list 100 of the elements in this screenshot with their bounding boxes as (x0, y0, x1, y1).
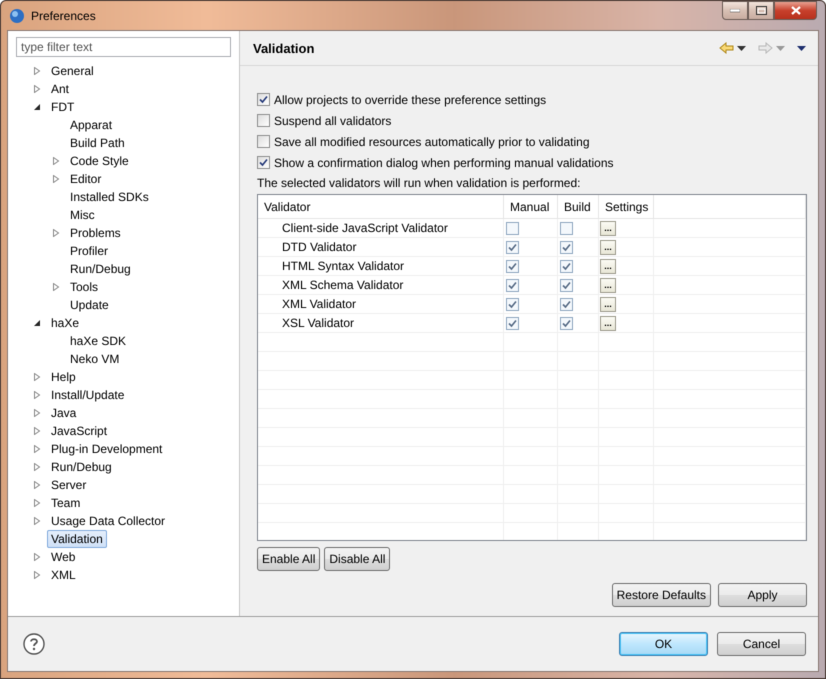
expand-arrow-icon[interactable] (33, 409, 41, 417)
column-header[interactable]: Validator (258, 195, 504, 218)
tree-item[interactable]: Tools (66, 278, 102, 296)
validator-name: XSL Validator (282, 316, 354, 330)
checkbox[interactable] (560, 278, 573, 292)
window-title: Preferences (31, 8, 97, 22)
checkbox[interactable] (257, 93, 270, 106)
tree-item[interactable]: Profiler (66, 242, 112, 260)
tree-item[interactable]: Run/Debug (66, 260, 135, 278)
checkbox[interactable] (506, 278, 519, 292)
tree-item[interactable]: Run/Debug (47, 458, 116, 476)
ok-button[interactable]: OK (619, 632, 708, 656)
tree-item[interactable]: Server (47, 476, 90, 494)
column-header[interactable]: Build (558, 195, 599, 218)
tree-item[interactable]: Apparat (66, 116, 116, 134)
settings-button[interactable]: ... (600, 258, 616, 274)
tree-item[interactable]: Misc (66, 206, 99, 224)
tree-item[interactable]: JavaScript (47, 422, 112, 440)
expand-arrow-icon[interactable] (33, 481, 41, 489)
checkbox[interactable] (560, 240, 573, 254)
tree-item[interactable]: Java (47, 404, 80, 422)
restore-defaults-button[interactable]: Restore Defaults (612, 583, 711, 607)
expand-arrow-icon[interactable] (33, 463, 41, 471)
help-icon[interactable] (23, 633, 45, 655)
validator-name: Client-side JavaScript Validator (282, 221, 448, 235)
expand-arrow-icon[interactable] (33, 571, 41, 579)
enable-all-button[interactable]: Enable All (257, 547, 320, 571)
checkbox[interactable] (257, 114, 270, 127)
checkbox[interactable] (257, 135, 270, 148)
checkbox[interactable] (560, 222, 573, 234)
collapse-arrow-icon[interactable] (33, 319, 41, 327)
checkbox[interactable] (506, 298, 519, 310)
settings-button[interactable]: ... (600, 240, 616, 254)
maximize-button[interactable] (748, 1, 774, 20)
tree-item[interactable]: XML (47, 566, 80, 584)
tree-item[interactable]: Validation (47, 530, 107, 548)
tree-item[interactable]: Editor (66, 170, 106, 188)
expand-arrow-icon[interactable] (33, 85, 41, 93)
tree-item[interactable]: haXe (47, 314, 84, 332)
settings-button[interactable]: ... (600, 220, 616, 236)
checkbox[interactable] (560, 260, 573, 272)
tree-item[interactable]: Build Path (66, 134, 129, 152)
tree-item[interactable]: Problems (66, 224, 125, 242)
expand-arrow-icon[interactable] (52, 229, 60, 237)
option-label: Show a confirmation dialog when performing manual validations (274, 156, 614, 170)
expand-arrow-icon[interactable] (52, 175, 60, 183)
tree-item[interactable]: Neko VM (66, 350, 124, 368)
option-label: Allow projects to override these preference settings (274, 92, 546, 106)
tree-item[interactable]: Install/Update (47, 386, 128, 404)
close-button[interactable] (774, 1, 817, 20)
expand-arrow-icon[interactable] (33, 499, 41, 507)
checkbox[interactable] (560, 316, 573, 330)
dropdown-caret-icon[interactable] (797, 46, 806, 50)
expand-arrow-icon[interactable] (33, 391, 41, 399)
expand-arrow-icon[interactable] (33, 427, 41, 435)
checkbox[interactable] (257, 156, 270, 169)
checkbox[interactable] (506, 222, 519, 234)
tree-item[interactable]: Ant (47, 80, 74, 98)
column-header[interactable]: Settings (599, 195, 654, 218)
checkbox[interactable] (506, 316, 519, 330)
tree-item[interactable]: Plug-in Development (47, 440, 166, 458)
option-label: Suspend all validators (274, 114, 392, 128)
tree-item[interactable]: Team (47, 494, 84, 512)
tree-item[interactable]: Installed SDKs (66, 188, 153, 206)
table-caption: The selected validators will run when validation is performed: (257, 176, 582, 192)
checkbox[interactable] (506, 260, 519, 272)
expand-arrow-icon[interactable] (52, 157, 60, 165)
expand-arrow-icon[interactable] (33, 373, 41, 381)
collapse-arrow-icon[interactable] (33, 103, 41, 111)
tree-item[interactable]: haXe SDK (66, 332, 130, 350)
apply-button[interactable]: Apply (718, 583, 807, 607)
expand-arrow-icon[interactable] (33, 445, 41, 453)
column-header[interactable]: Manual (504, 195, 558, 218)
app-icon (9, 8, 25, 24)
tree-item[interactable]: Update (66, 296, 113, 314)
tree-item[interactable]: Web (47, 548, 80, 566)
disable-all-button[interactable]: Disable All (324, 547, 390, 571)
tree-item[interactable]: FDT (47, 98, 78, 116)
settings-button[interactable]: ... (600, 296, 616, 312)
expand-arrow-icon[interactable] (52, 283, 60, 291)
filter-field[interactable]: type filter text (16, 37, 231, 57)
option-label: Save all modified resources automatically prior to validating (274, 134, 590, 148)
minimize-button[interactable] (722, 1, 748, 20)
tree-item[interactable]: Code Style (66, 152, 133, 170)
settings-button[interactable]: ... (600, 316, 616, 330)
tree-item[interactable]: Usage Data Collector (47, 512, 170, 530)
checkbox[interactable] (506, 240, 519, 254)
validator-name: HTML Syntax Validator (282, 259, 404, 273)
expand-arrow-icon[interactable] (33, 553, 41, 561)
tree-item[interactable]: General (47, 62, 98, 80)
checkbox[interactable] (560, 298, 573, 310)
cancel-button[interactable]: Cancel (717, 632, 806, 656)
expand-arrow-icon[interactable] (33, 517, 41, 525)
dropdown-caret-icon[interactable] (737, 46, 746, 50)
expand-arrow-icon[interactable] (33, 67, 41, 75)
page-title: Validation (253, 40, 316, 56)
maximize-icon (756, 6, 766, 15)
validator-name: DTD Validator (282, 240, 356, 254)
settings-button[interactable]: ... (600, 278, 616, 292)
tree-item[interactable]: Help (47, 368, 80, 386)
